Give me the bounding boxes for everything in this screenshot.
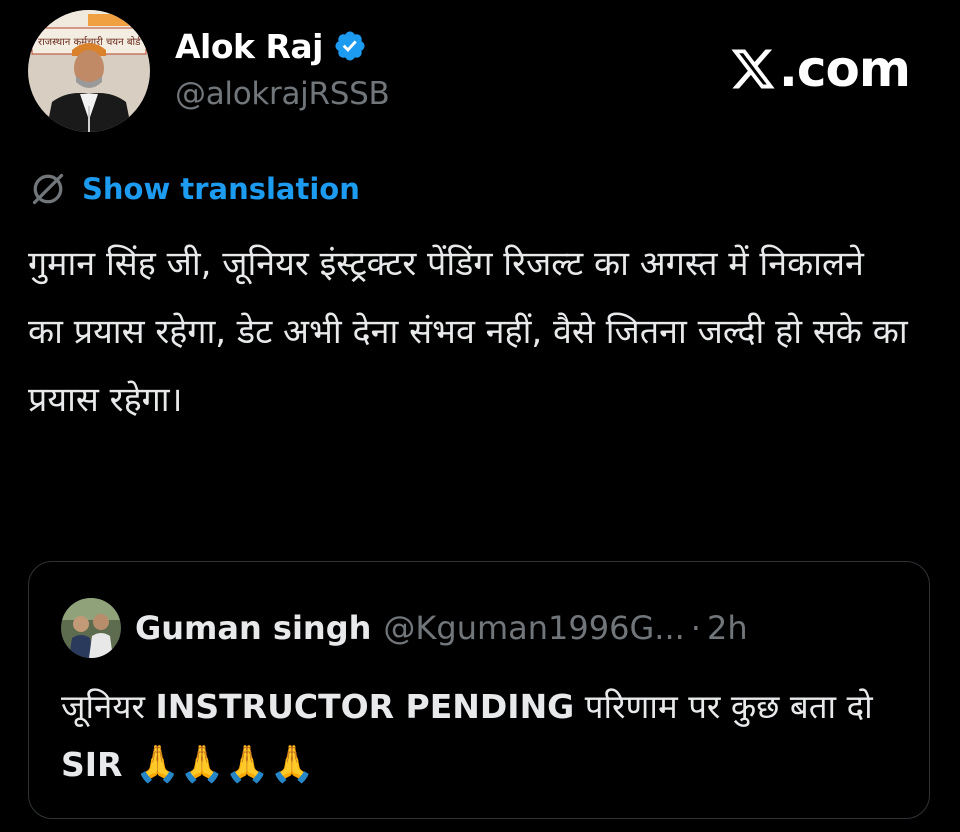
author-info: Alok Raj @alokrajRSSB	[175, 24, 390, 113]
author-name[interactable]: Alok Raj	[175, 27, 323, 66]
quoted-author-name[interactable]: Guman singh	[135, 609, 371, 647]
verified-badge-icon	[335, 31, 365, 61]
show-translation-label[interactable]: Show translation	[82, 172, 360, 206]
author-handle[interactable]: @alokrajRSSB	[175, 76, 390, 112]
quoted-text-bold2: SIR	[61, 745, 123, 784]
quoted-tweet[interactable]: Guman singh @Kguman1996G... · 2h जूनियर …	[28, 561, 930, 819]
folded-hands-emoji: 🙏🙏🙏🙏	[134, 744, 315, 785]
author-avatar[interactable]: राजस्थान कर्मचारी चयन बोर्ड	[28, 10, 150, 132]
show-translation-link[interactable]: Show translation	[30, 171, 360, 207]
tweet-header: राजस्थान कर्मचारी चयन बोर्ड Alok Raj @al…	[28, 10, 932, 134]
author-name-row: Alok Raj	[175, 24, 389, 68]
site-label: .com	[729, 40, 911, 98]
site-label-text: .com	[778, 40, 911, 98]
quoted-author-avatar[interactable]	[61, 598, 121, 658]
separator-dot: ·	[690, 609, 701, 647]
quoted-tweet-text: जूनियर INSTRUCTOR PENDING परिणाम पर कुछ …	[61, 678, 901, 794]
quoted-author-handle[interactable]: @Kguman1996G...	[383, 609, 684, 647]
tweet-text: गुमान सिंह जी, जूनियर इंस्ट्रक्टर पेंडिं…	[28, 244, 919, 420]
quoted-text-part1: जूनियर	[61, 687, 156, 726]
quoted-tweet-time[interactable]: 2h	[707, 609, 748, 647]
quoted-tweet-header: Guman singh @Kguman1996G... · 2h	[61, 598, 748, 658]
x-logo-icon	[731, 49, 775, 89]
globe-icon	[32, 173, 64, 205]
quoted-text-part2: परिणाम पर कुछ बता दो	[574, 687, 873, 726]
quoted-text-bold: INSTRUCTOR PENDING	[155, 687, 575, 726]
